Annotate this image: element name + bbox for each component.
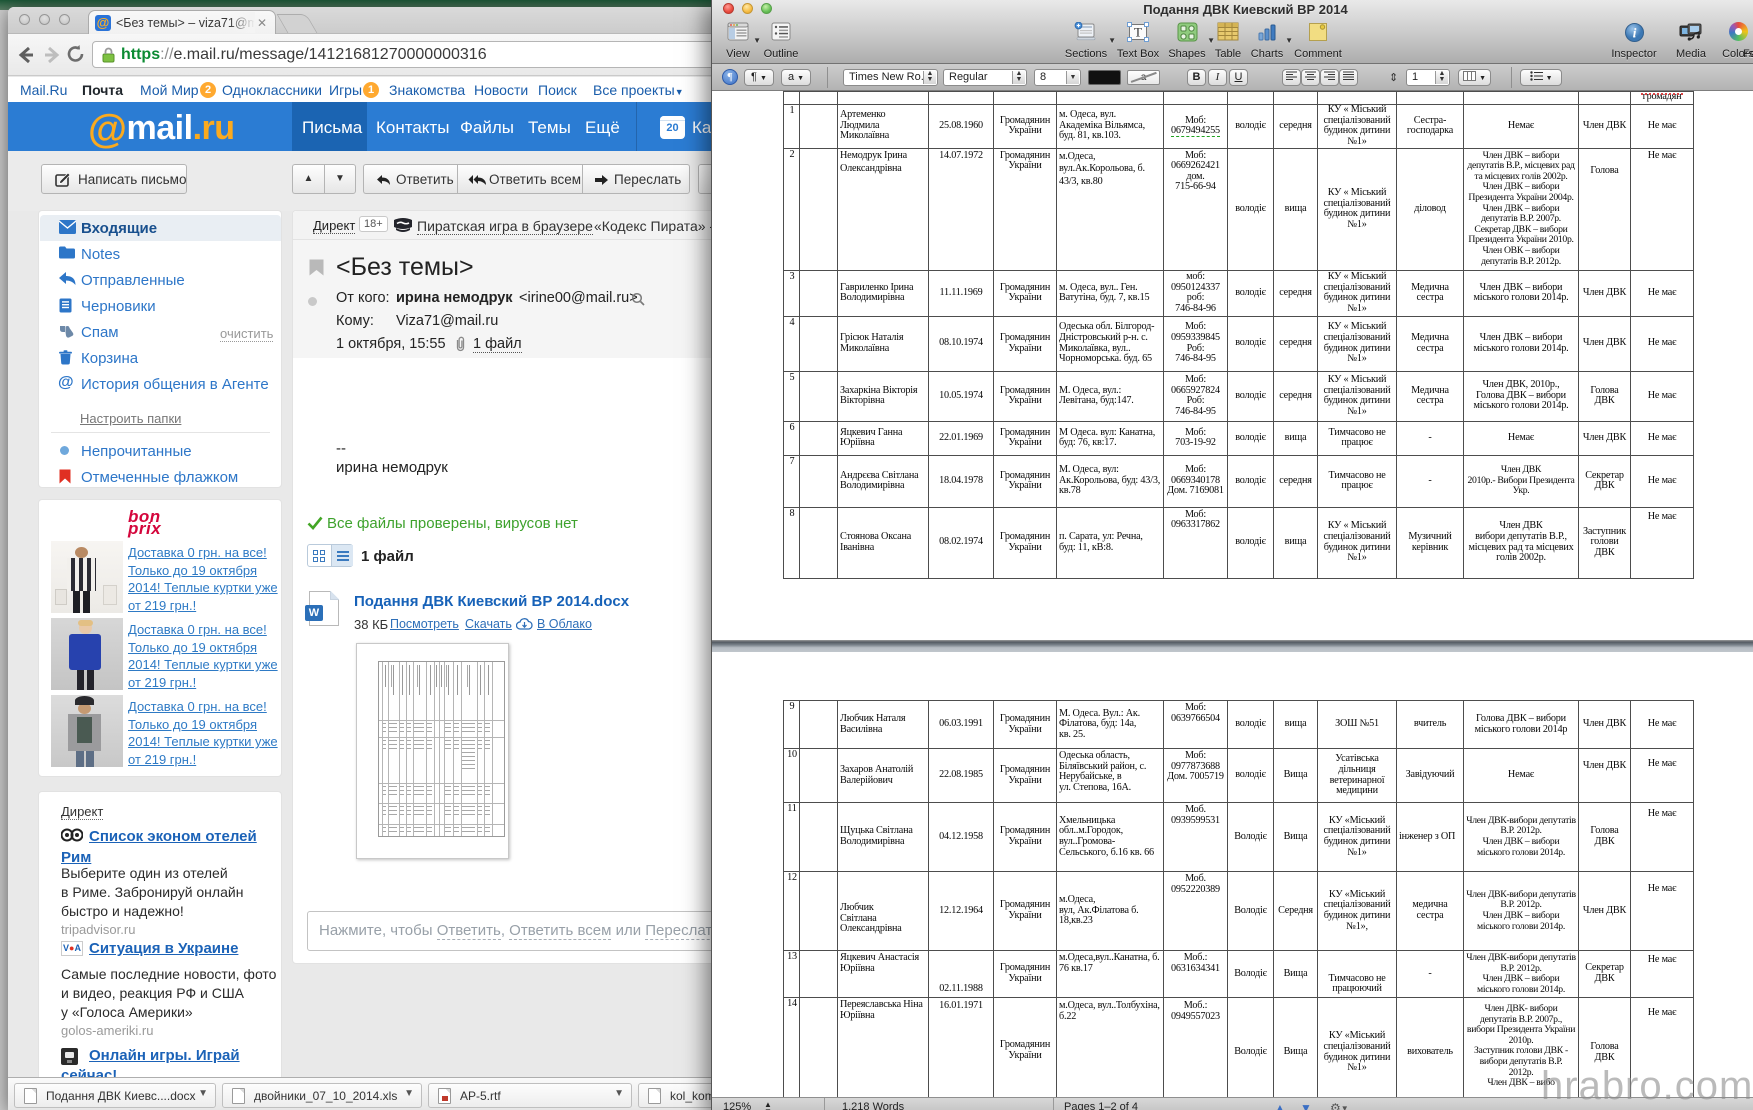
svg-text:T: T <box>1134 25 1142 40</box>
svg-text:i: i <box>1632 25 1636 40</box>
